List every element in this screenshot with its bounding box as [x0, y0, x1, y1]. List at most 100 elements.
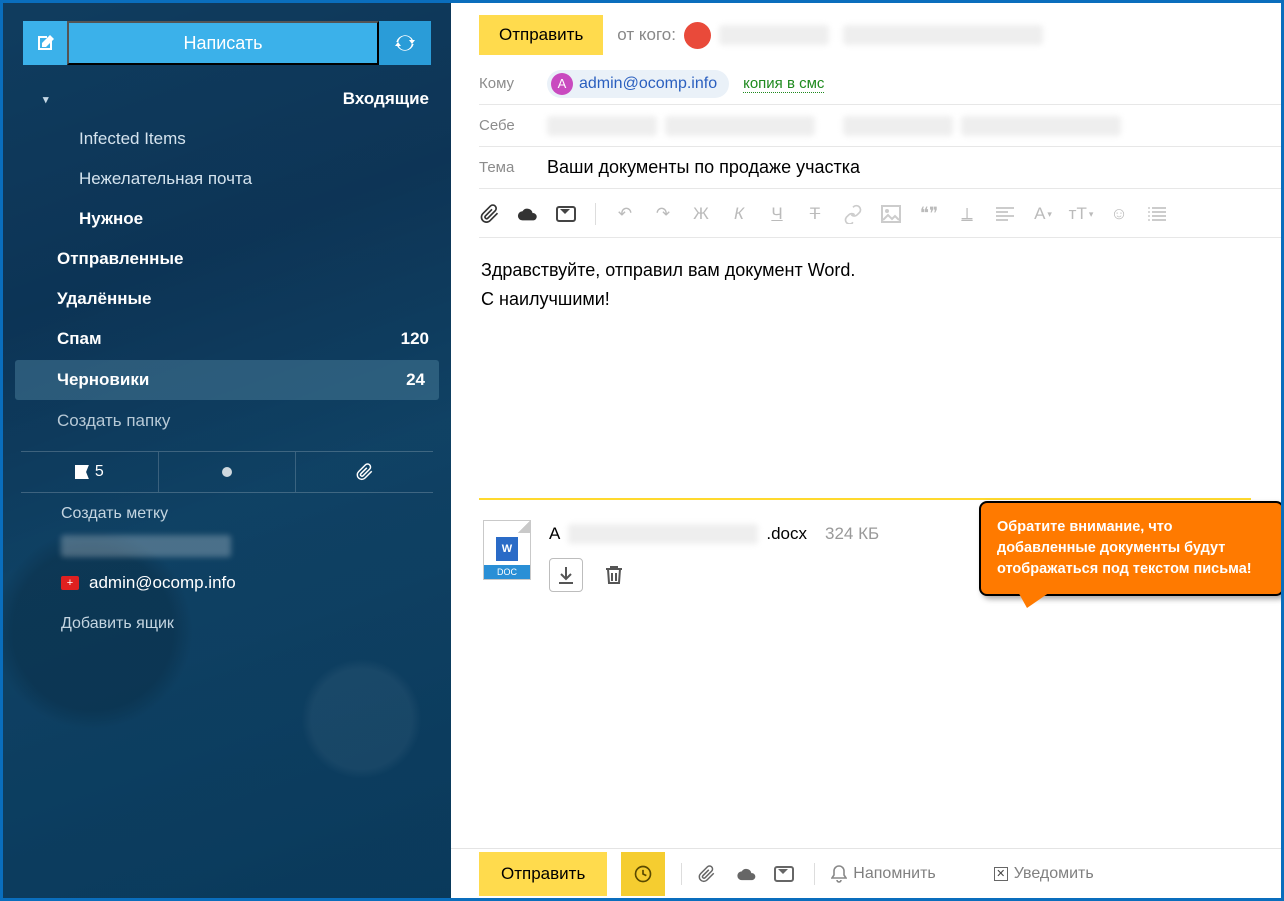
self-redacted-4 — [961, 116, 1121, 136]
image-icon[interactable] — [880, 203, 902, 225]
notify-label: Уведомить — [1014, 865, 1094, 883]
self-redacted-1 — [547, 116, 657, 136]
list-icon[interactable] — [1146, 203, 1168, 225]
cloud-attach-icon[interactable] — [517, 203, 539, 225]
undo-icon[interactable]: ↶ — [614, 203, 636, 225]
send-button-top[interactable]: Отправить — [479, 15, 603, 55]
self-redacted-2 — [665, 116, 815, 136]
clear-format-icon[interactable]: ⟂ — [956, 203, 978, 225]
folder-label: Черновики — [57, 370, 149, 390]
paperclip-icon — [356, 463, 374, 481]
redacted-area — [61, 535, 231, 557]
font-size-icon[interactable]: тТ▾ — [1070, 203, 1092, 225]
folder-inbox[interactable]: Входящие — [3, 79, 451, 119]
sidebar: Написать Входящие Infected Items Нежелат… — [3, 3, 451, 898]
bottom-cloud-icon[interactable] — [736, 867, 760, 881]
annotation-callout: Обратите внимание, что добавленные докум… — [979, 501, 1281, 596]
compose-new-window-button[interactable] — [23, 21, 67, 65]
notify-toggle[interactable]: Уведомить — [994, 865, 1094, 883]
account-email: admin@ocomp.info — [89, 573, 236, 593]
cc-sms-link[interactable]: копия в смс — [743, 75, 824, 93]
label-dot[interactable] — [159, 452, 297, 492]
dot-icon — [222, 467, 232, 477]
self-label: Себе — [479, 117, 547, 134]
bell-icon — [831, 865, 847, 883]
mail-attach-icon[interactable] — [555, 203, 577, 225]
subject-input[interactable] — [547, 151, 1251, 184]
label-attach[interactable] — [296, 452, 433, 492]
email-body[interactable]: Здравствуйте, отправил вам документ Word… — [479, 238, 1281, 498]
from-name-redacted — [719, 25, 829, 45]
bottom-mail-icon[interactable] — [774, 866, 798, 882]
folder-count: 24 — [406, 370, 425, 390]
create-label-link[interactable]: Создать метку — [3, 493, 451, 533]
doc-label: DOC — [484, 565, 530, 579]
file-name-row: А .docx 324 КБ — [549, 524, 879, 544]
folder-list: Входящие Infected Items Нежелательная по… — [3, 79, 451, 441]
account-flag-icon: + — [61, 576, 79, 590]
account-row[interactable]: + admin@ocomp.info — [3, 563, 451, 603]
folder-label: Infected Items — [79, 129, 186, 149]
flag-count: 5 — [95, 463, 104, 481]
delete-attachment-button[interactable] — [597, 558, 631, 592]
file-ext: .docx — [766, 524, 807, 544]
file-name-prefix: А — [549, 524, 560, 544]
folder-sent[interactable]: Отправленные — [3, 239, 451, 279]
folder-label: Нужное — [79, 209, 143, 229]
underline-icon[interactable]: Ч — [766, 203, 788, 225]
link-label: Создать папку — [57, 411, 170, 431]
body-line: Здравствуйте, отправил вам документ Word… — [481, 256, 1251, 285]
self-redacted-3 — [843, 116, 953, 136]
attachment-separator — [479, 498, 1251, 500]
create-folder-link[interactable]: Создать папку — [3, 401, 451, 441]
labels-bar: 5 — [21, 451, 433, 493]
send-button-bottom[interactable]: Отправить — [479, 852, 607, 896]
strike-icon[interactable]: Т — [804, 203, 826, 225]
folder-drafts[interactable]: Черновики 24 — [15, 360, 439, 400]
checkbox-icon — [994, 867, 1008, 881]
folder-spam[interactable]: Спам 120 — [3, 319, 451, 359]
italic-icon[interactable]: К — [728, 203, 750, 225]
folder-label: Отправленные — [57, 249, 183, 269]
from-avatar[interactable] — [684, 22, 711, 49]
compose-button[interactable]: Написать — [67, 21, 379, 65]
bold-icon[interactable]: Ж — [690, 203, 712, 225]
from-label: от кого: — [617, 25, 676, 45]
attach-file-icon[interactable] — [479, 203, 501, 225]
quote-icon[interactable]: ❝❞ — [918, 203, 940, 225]
compose-pane: Отправить от кого: Кому А admin@ocomp.in… — [451, 3, 1281, 898]
remind-toggle[interactable]: Напомнить — [831, 865, 935, 883]
folder-label: Спам — [57, 329, 102, 349]
bottom-toolbar: Отправить Напомнить Уведомить — [451, 848, 1281, 898]
separator — [681, 863, 682, 885]
file-thumbnail[interactable]: W DOC — [483, 520, 531, 580]
body-line: С наилучшими! — [481, 285, 1251, 314]
redo-icon[interactable]: ↷ — [652, 203, 674, 225]
add-mailbox-link[interactable]: Добавить ящик — [3, 603, 451, 643]
link-icon[interactable] — [842, 203, 864, 225]
download-attachment-button[interactable] — [549, 558, 583, 592]
refresh-button[interactable] — [379, 21, 431, 65]
file-size: 324 КБ — [825, 524, 879, 544]
folder-infected[interactable]: Infected Items — [3, 119, 451, 159]
emoji-icon[interactable]: ☺ — [1108, 203, 1130, 225]
folder-deleted[interactable]: Удалённые — [3, 279, 451, 319]
recipient-address: admin@ocomp.info — [579, 75, 717, 93]
remind-label: Напомнить — [853, 865, 935, 883]
folder-junk[interactable]: Нежелательная почта — [3, 159, 451, 199]
folder-count: 120 — [401, 329, 429, 349]
to-label: Кому — [479, 75, 547, 92]
folder-label: Нежелательная почта — [79, 169, 252, 189]
separator — [814, 863, 815, 885]
recipient-chip[interactable]: А admin@ocomp.info — [547, 70, 729, 98]
file-name-redacted — [568, 524, 758, 544]
label-flag[interactable]: 5 — [21, 452, 159, 492]
folder-important[interactable]: Нужное — [3, 199, 451, 239]
recipient-avatar: А — [551, 73, 573, 95]
schedule-send-button[interactable] — [621, 852, 665, 896]
align-icon[interactable] — [994, 203, 1016, 225]
flag-icon — [75, 465, 89, 479]
font-color-icon[interactable]: А▾ — [1032, 203, 1054, 225]
subject-label: Тема — [479, 159, 547, 176]
bottom-attach-icon[interactable] — [698, 865, 722, 883]
